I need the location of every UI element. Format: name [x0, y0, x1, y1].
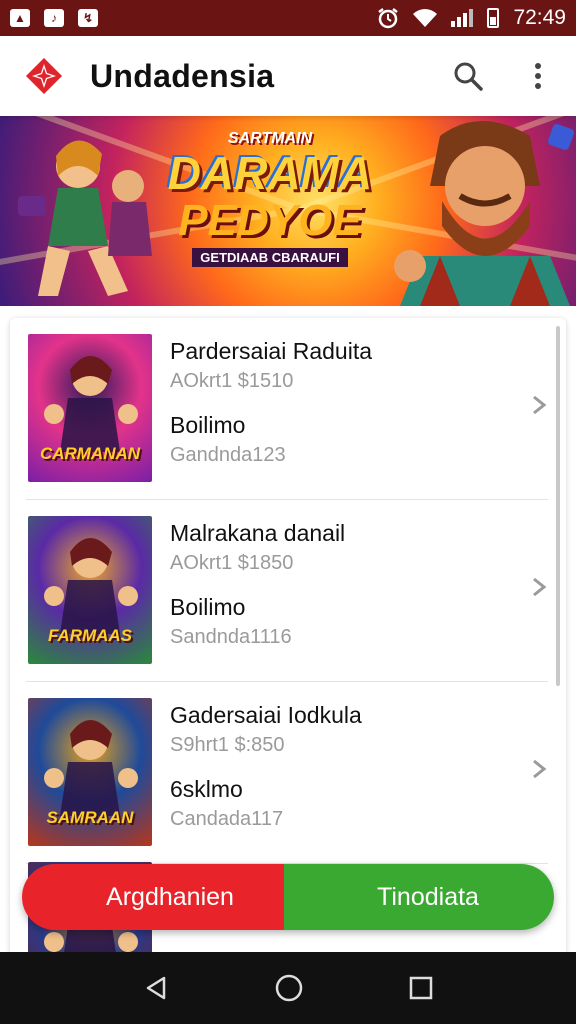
item-subtitle: S9hrt1 $:850 [170, 734, 285, 756]
thumbnail-title: SAMRAAN [46, 808, 134, 827]
list-item[interactable]: CARMANAN Pardersaiai Raduita AOkrt1 $151… [10, 318, 566, 500]
game-thumbnail[interactable]: CARMANAN [28, 334, 152, 482]
item-meta: 6sklmo [170, 776, 243, 802]
alarm-icon [378, 8, 399, 29]
banner-tagline: GETDIAAB CBARAUFI [192, 248, 348, 267]
item-meta: Boilimo [170, 594, 246, 620]
split-action-bar: Argdhanien Tinodiata [22, 864, 554, 930]
notification-tools-icon: ↯ [78, 9, 98, 27]
notification-icons: ▲ ♪ ↯ [10, 9, 98, 27]
app-bar: Undadensia [0, 36, 576, 116]
list-item[interactable]: FARMAAS Malrakana danail AOkrt1 $1850 Bo… [10, 500, 566, 682]
secondary-action-button[interactable]: Tinodiata [284, 864, 554, 930]
item-code: Sandnda1116 [170, 626, 292, 648]
recents-icon[interactable] [408, 975, 434, 1001]
primary-action-button[interactable]: Argdhanien [22, 864, 318, 930]
bearded-hero-illustration [394, 121, 574, 306]
app-title: Undadensia [90, 57, 275, 94]
system-icons: 72:49 [377, 6, 566, 30]
banner-small-text: SARTMAIN [227, 130, 313, 147]
status-bar: ▲ ♪ ↯ 72:49 [0, 0, 576, 36]
chevron-right-icon[interactable] [528, 758, 550, 780]
item-subtitle: AOkrt1 $1850 [170, 552, 294, 574]
chevron-right-icon[interactable] [528, 394, 550, 416]
thumbnail-title: CARMANAN [39, 444, 141, 463]
back-icon[interactable] [142, 974, 170, 1002]
item-code: Candada117 [170, 808, 284, 830]
signal-icon [451, 9, 474, 27]
diamond-star-logo[interactable] [20, 52, 68, 100]
banner-title-line2: PEDYOE [178, 196, 362, 245]
notification-a-icon: ▲ [10, 9, 30, 27]
system-nav-bar [0, 952, 576, 1024]
game-thumbnail[interactable]: FARMAAS [28, 516, 152, 664]
game-thumbnail[interactable]: SAMRAAN [28, 698, 152, 846]
wifi-icon [413, 9, 438, 27]
item-name: Malrakana danail [170, 520, 346, 546]
game-list: CARMANAN Pardersaiai Raduita AOkrt1 $151… [10, 318, 566, 958]
promo-banner[interactable]: SARTMAIN DARAMA PEDYOE GETDIAAB CBARAUFI [0, 116, 576, 306]
thumbnail-title: FARMAAS [47, 626, 133, 645]
banner-title-line1: DARAMA [167, 147, 373, 199]
chevron-right-icon[interactable] [528, 576, 550, 598]
item-name: Pardersaiai Raduita [170, 338, 373, 364]
more-vert-icon[interactable] [520, 58, 556, 94]
search-icon[interactable] [450, 58, 486, 94]
heroine-characters-illustration [18, 140, 152, 296]
notification-app-icon: ♪ [44, 9, 64, 27]
banner-title-block: SARTMAIN DARAMA PEDYOE GETDIAAB CBARAUFI [150, 130, 390, 267]
list-item[interactable]: SAMRAAN Gadersaiai Iodkula S9hrt1 $:850 … [10, 682, 566, 864]
item-meta: Boilimo [170, 412, 246, 438]
status-time: 72:49 [513, 6, 566, 29]
home-icon[interactable] [274, 973, 304, 1003]
battery-icon [487, 8, 500, 28]
item-name: Gadersaiai Iodkula [170, 702, 362, 728]
item-code: Gandnda123 [170, 444, 286, 466]
item-subtitle: AOkrt1 $1510 [170, 370, 294, 392]
